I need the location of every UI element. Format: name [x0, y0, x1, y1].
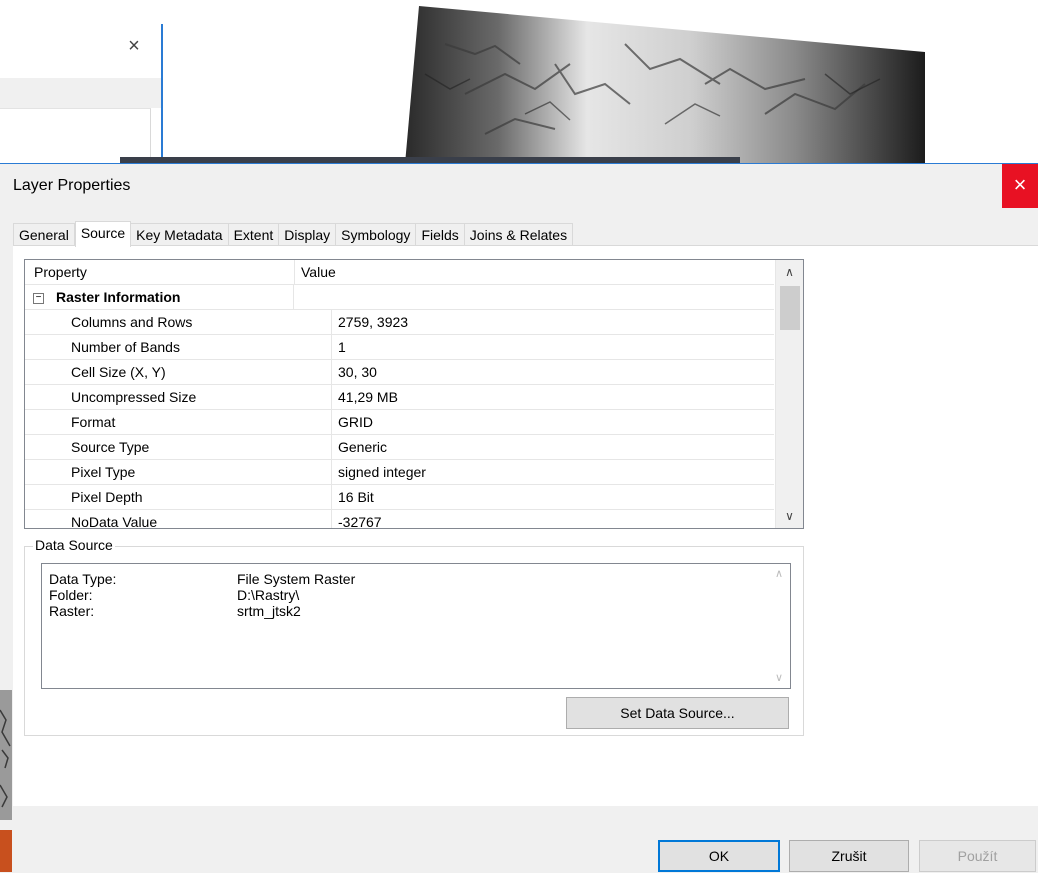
- property-value: 30, 30: [338, 364, 377, 380]
- data-source-textbox[interactable]: Data Type: File System Raster Folder: D:…: [41, 563, 791, 689]
- value-column-header[interactable]: Value: [295, 260, 336, 284]
- table-row[interactable]: Source Type Generic: [25, 435, 774, 460]
- grid-scrollbar[interactable]: ∧ ∨: [775, 260, 803, 528]
- table-row[interactable]: Number of Bands 1: [25, 335, 774, 360]
- tab-extent[interactable]: Extent: [228, 223, 280, 247]
- property-name: Format: [25, 410, 332, 434]
- property-value: 41,29 MB: [338, 389, 398, 405]
- close-button[interactable]: ×: [1002, 164, 1038, 208]
- folder-value: D:\Rastry\: [237, 587, 300, 603]
- cancel-button[interactable]: Zrušit: [789, 840, 909, 872]
- scroll-down-icon[interactable]: ∨: [768, 668, 790, 688]
- close-icon: ×: [1013, 172, 1027, 197]
- tab-joins-relates[interactable]: Joins & Relates: [464, 223, 574, 247]
- dialog-title: Layer Properties: [13, 177, 131, 194]
- tab-general[interactable]: General: [13, 223, 75, 247]
- property-name: Columns and Rows: [25, 310, 332, 334]
- data-type-key: Data Type:: [49, 571, 117, 587]
- property-value: GRID: [338, 414, 373, 430]
- scroll-thumb[interactable]: [780, 286, 800, 330]
- tab-display[interactable]: Display: [279, 223, 337, 247]
- property-name: NoData Value: [25, 510, 332, 528]
- apply-button[interactable]: Použít: [919, 840, 1036, 872]
- data-type-value: File System Raster: [237, 571, 356, 587]
- property-name: Number of Bands: [25, 335, 332, 359]
- background-window: ×: [0, 0, 162, 166]
- property-value: 1: [338, 339, 346, 355]
- data-source-scrollbar[interactable]: ∧ ∨: [768, 564, 790, 688]
- set-data-source-button[interactable]: Set Data Source...: [566, 697, 789, 729]
- tab-symbology[interactable]: Symbology: [336, 223, 417, 247]
- scroll-up-icon[interactable]: ∧: [768, 564, 790, 584]
- property-name: Uncompressed Size: [25, 385, 332, 409]
- layer-properties-dialog: Layer Properties × General Source Key Me…: [0, 163, 1038, 873]
- collapse-icon[interactable]: −: [33, 292, 44, 304]
- data-source-label: Data Source: [33, 537, 115, 553]
- grid-header: Property Value: [25, 260, 774, 285]
- tab-fields[interactable]: Fields: [416, 223, 465, 247]
- table-row[interactable]: Columns and Rows 2759, 3923: [25, 310, 774, 335]
- tab-source[interactable]: Source: [74, 221, 132, 247]
- tab-bar: General Source Key Metadata Extent Displ…: [13, 221, 574, 247]
- background-dem-raster: [405, 6, 925, 164]
- property-name: Pixel Depth: [25, 485, 332, 509]
- scroll-up-icon[interactable]: ∧: [776, 260, 803, 284]
- background-window-edge: [161, 24, 163, 164]
- table-row[interactable]: Cell Size (X, Y) 30, 30: [25, 360, 774, 385]
- property-grid[interactable]: Property Value − Raster Information Colum…: [24, 259, 804, 529]
- background-raster-slice: [0, 690, 12, 820]
- background-toolbar-strip: [0, 78, 162, 108]
- raster-key: Raster:: [49, 603, 95, 619]
- table-row[interactable]: Uncompressed Size 41,29 MB: [25, 385, 774, 410]
- raster-information-section[interactable]: − Raster Information: [25, 285, 774, 310]
- property-column-header[interactable]: Property: [25, 260, 295, 284]
- data-source-group: Data Source Data Type: File System Raste…: [24, 537, 804, 736]
- property-value: 2759, 3923: [338, 314, 409, 330]
- scroll-down-icon[interactable]: ∨: [776, 504, 803, 528]
- table-row[interactable]: Format GRID: [25, 410, 774, 435]
- table-row[interactable]: Pixel Depth 16 Bit: [25, 485, 774, 510]
- property-value: Generic: [338, 439, 388, 455]
- table-row[interactable]: NoData Value -32767: [25, 510, 774, 529]
- ok-button[interactable]: OK: [658, 840, 780, 872]
- property-name: Pixel Type: [25, 460, 332, 484]
- section-label: Raster Information: [56, 289, 181, 305]
- source-tab-panel: Property Value − Raster Information Colum…: [13, 245, 1038, 806]
- tab-key-metadata[interactable]: Key Metadata: [131, 223, 229, 247]
- folder-key: Folder:: [49, 587, 93, 603]
- property-name: Source Type: [25, 435, 332, 459]
- property-value: -32767: [338, 514, 382, 529]
- property-value: 16 Bit: [338, 489, 374, 505]
- background-close-icon[interactable]: ×: [124, 36, 144, 56]
- table-row[interactable]: Pixel Type signed integer: [25, 460, 774, 485]
- property-name: Cell Size (X, Y): [25, 360, 332, 384]
- raster-value: srtm_jtsk2: [237, 603, 301, 619]
- property-value: signed integer: [338, 464, 426, 480]
- background-taskbar-fragment: [0, 830, 12, 872]
